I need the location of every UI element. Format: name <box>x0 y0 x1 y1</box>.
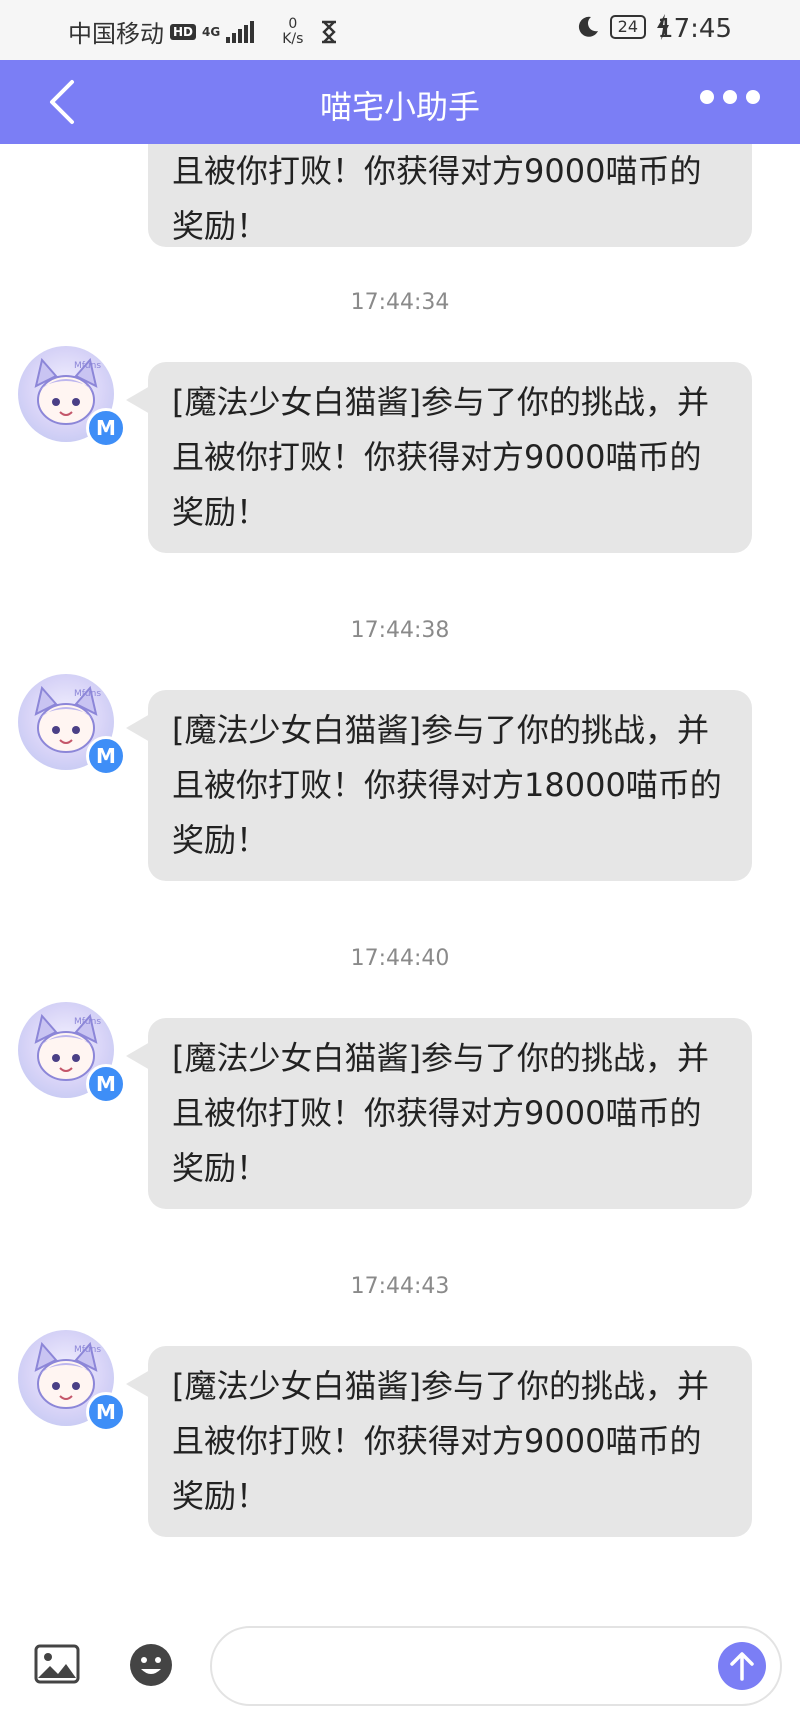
message-text: [魔法少女白猫酱]参与了你的挑战，并且被你打败！你获得对方9000喵币的奖励！ <box>172 383 709 531</box>
message-timestamp: 17:44:38 <box>350 618 450 643</box>
image-picker-button[interactable] <box>34 1644 80 1684</box>
dot-icon <box>723 90 737 104</box>
arrow-up-icon <box>730 1652 754 1681</box>
message-text: 且被你打败！你获得对方9000喵币的奖励！ <box>172 152 702 245</box>
bubble-tail <box>126 386 150 414</box>
status-bar: 中国移动 HD 4G 0 K/s 24 17:45 <box>0 0 800 60</box>
status-right: 24 <box>576 14 670 40</box>
net-speed-value: 0 <box>288 15 298 32</box>
status-left: 中国移动 HD 4G 0 K/s <box>68 14 339 49</box>
page-title: 喵宅小助手 <box>319 88 480 126</box>
message-text: [魔法少女白猫酱]参与了你的挑战，并且被你打败！你获得对方9000喵币的奖励！ <box>172 1367 709 1515</box>
message-bubble[interactable]: [魔法少女白猫酱]参与了你的挑战，并且被你打败！你获得对方9000喵币的奖励！ <box>126 1018 752 1209</box>
message-input[interactable] <box>210 1626 782 1706</box>
verified-badge: M <box>86 1064 126 1104</box>
assistant-avatar[interactable]: Mfuns M <box>18 346 126 448</box>
header-bar: 喵宅小助手 <box>0 60 800 144</box>
svg-text:Mfuns: Mfuns <box>74 1017 101 1027</box>
network-type: 4G <box>202 24 221 39</box>
message-timestamp: 17:44:34 <box>350 290 450 315</box>
svg-text:Mfuns: Mfuns <box>74 361 101 371</box>
bubble-tail <box>126 1370 150 1398</box>
input-bar <box>0 1600 800 1713</box>
dot-icon <box>746 90 760 104</box>
moon-icon <box>578 16 598 37</box>
message-text: [魔法少女白猫酱]参与了你的挑战，并且被你打败！你获得对方9000喵币的奖励！ <box>172 1039 709 1187</box>
verified-badge: M <box>86 736 126 776</box>
more-options-button[interactable] <box>700 90 760 104</box>
hd-icon: HD <box>170 23 197 40</box>
emoji-button[interactable] <box>128 1642 174 1688</box>
assistant-avatar[interactable]: Mfuns M <box>18 1330 126 1432</box>
bubble-tail <box>126 714 150 742</box>
assistant-avatar[interactable]: Mfuns M <box>18 674 126 776</box>
net-speed-unit: K/s <box>282 30 304 47</box>
status-time: 17:45 <box>657 14 732 44</box>
bubble-tail <box>126 1042 150 1070</box>
message-bubble[interactable]: [魔法少女白猫酱]参与了你的挑战，并且被你打败！你获得对方9000喵币的奖励！ <box>126 362 752 553</box>
send-button[interactable] <box>718 1642 766 1690</box>
signal-icon <box>226 20 255 43</box>
message-bubble[interactable]: [魔法少女白猫酱]参与了你的挑战，并且被你打败！你获得对方9000喵币的奖励！ <box>126 1346 752 1537</box>
svg-text:Mfuns: Mfuns <box>74 1345 101 1355</box>
verified-badge: M <box>86 408 126 448</box>
message-list[interactable]: 且被你打败！你获得对方9000喵币的奖励！ 17:44:34 Mfuns M [… <box>0 0 800 1600</box>
image-icon <box>34 1644 80 1684</box>
verified-badge: M <box>86 1392 126 1432</box>
message-timestamp: 17:44:43 <box>350 1274 450 1299</box>
svg-text:Mfuns: Mfuns <box>74 689 101 699</box>
dot-icon <box>700 90 714 104</box>
message-text: [魔法少女白猫酱]参与了你的挑战，并且被你打败！你获得对方18000喵币的奖励！ <box>172 711 722 859</box>
message-timestamp: 17:44:40 <box>350 946 450 971</box>
assistant-avatar[interactable]: Mfuns M <box>18 1002 126 1104</box>
net-speed: 0 K/s <box>282 15 304 47</box>
battery-icon: 24 <box>609 15 646 39</box>
emoji-icon <box>130 1644 172 1686</box>
hourglass-icon <box>322 20 337 43</box>
message-bubble[interactable]: [魔法少女白猫酱]参与了你的挑战，并且被你打败！你获得对方18000喵币的奖励！ <box>126 690 752 881</box>
carrier-name: 中国移动 <box>68 20 164 48</box>
